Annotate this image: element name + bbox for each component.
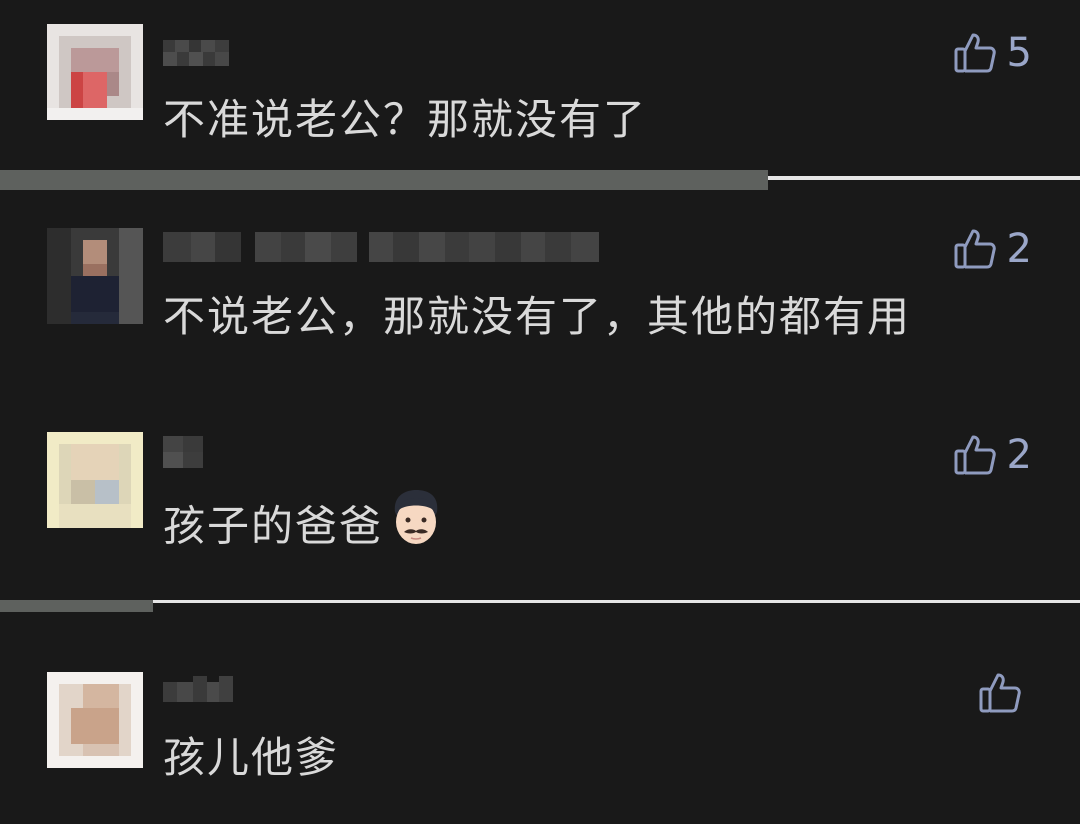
like-count: 2 <box>1006 226 1032 272</box>
divider <box>0 170 768 190</box>
avatar[interactable] <box>47 228 143 324</box>
divider <box>153 600 1080 603</box>
like-button[interactable]: 2 <box>953 430 1032 480</box>
comment-item[interactable]: 不说老公，那就没有了，其他的都有用 2 <box>0 190 1080 400</box>
like-button[interactable] <box>978 668 1032 718</box>
comment-item[interactable]: 孩子的爸爸 2 <box>0 400 1080 600</box>
thumbs-up-icon <box>953 31 997 75</box>
thumbs-up-icon <box>953 433 997 477</box>
thumbs-up-icon <box>978 671 1022 715</box>
username-blurred[interactable] <box>163 432 207 472</box>
username-blurred[interactable] <box>163 672 235 712</box>
like-count: 5 <box>1006 30 1032 76</box>
avatar[interactable] <box>47 24 143 120</box>
comment-text: 不准说老公？那就没有了 <box>163 95 648 144</box>
comment-text: 不说老公，那就没有了，其他的都有用 <box>163 292 912 341</box>
comment-item[interactable]: 孩儿他爹 <box>0 612 1080 824</box>
comment-text: 孩子的爸爸 <box>163 490 443 564</box>
divider <box>768 176 1080 180</box>
thumbs-up-icon <box>953 227 997 271</box>
comment-item[interactable]: 不准说老公？那就没有了 5 <box>0 0 1080 170</box>
like-button[interactable]: 5 <box>953 28 1032 78</box>
avatar[interactable] <box>47 672 143 768</box>
comment-text: 孩儿他爹 <box>163 733 340 782</box>
man-with-mustache-emoji <box>389 490 443 560</box>
divider <box>0 600 153 612</box>
avatar[interactable] <box>47 432 143 528</box>
like-count: 2 <box>1006 432 1032 478</box>
username-blurred[interactable] <box>163 228 603 268</box>
like-button[interactable]: 2 <box>953 224 1032 274</box>
username-blurred[interactable] <box>163 36 243 76</box>
comment-text-content: 孩子的爸爸 <box>163 501 384 551</box>
